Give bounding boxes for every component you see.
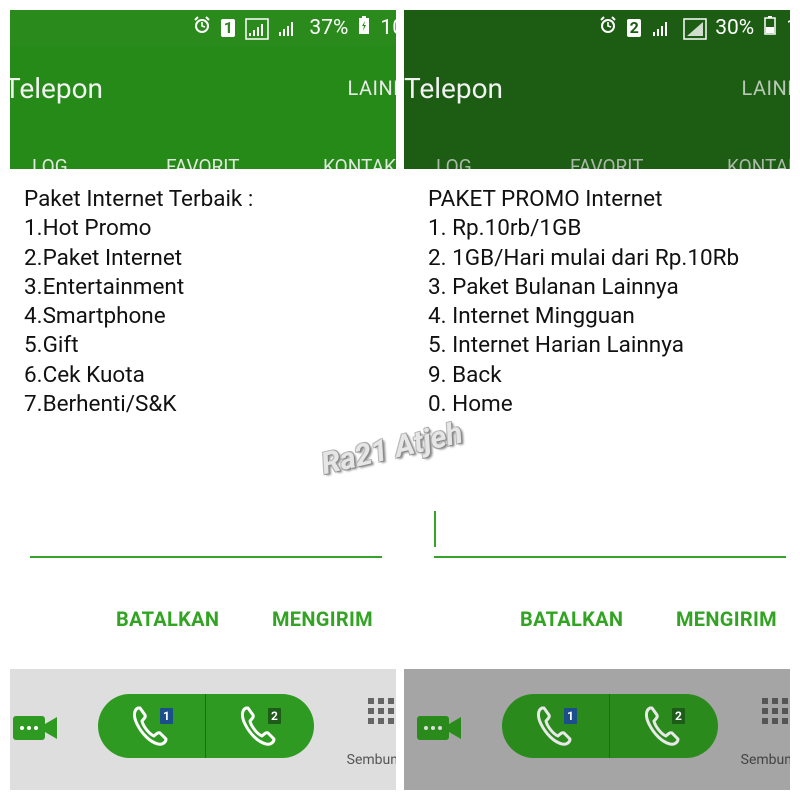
ussd-dialog: PAKET PROMO Internet 1. Rp.10rb/1GB 2. 1… [404, 169, 790, 665]
battery-percent: 30% [715, 16, 755, 40]
ussd-screen-left: 1 37% 10 Telepon LAINN LOG FAVORIT KONTA… [10, 10, 396, 790]
battery-percent: 37% [309, 16, 349, 40]
send-button[interactable]: MENGIRIM [272, 607, 373, 631]
cancel-button[interactable]: BATALKAN [116, 607, 219, 631]
message-line: 0. Home [428, 391, 513, 418]
video-call-icon[interactable] [416, 714, 462, 742]
battery-icon [358, 15, 370, 41]
status-bar: 1 37% 10 [10, 10, 396, 46]
dialpad-label: Sembunyi [346, 752, 396, 768]
clock: 10 [380, 16, 396, 40]
sim-indicator: 2 [627, 19, 642, 37]
message-line: 2.Paket Internet [24, 244, 183, 271]
sim-indicator: 1 [221, 19, 236, 37]
dialpad-icon[interactable] [751, 697, 790, 731]
alarm-icon [599, 16, 617, 40]
signal-icon-2 [277, 18, 299, 38]
call-sim2-button[interactable]: 2 [206, 694, 313, 758]
reply-input[interactable] [434, 556, 786, 558]
battery-icon [764, 15, 776, 41]
signal-icon [245, 18, 270, 40]
message-line: 9. Back [428, 361, 502, 388]
ussd-dialog: Paket Internet Terbaik : 1.Hot Promo 2.P… [10, 169, 396, 665]
alarm-icon [193, 16, 211, 40]
reply-input[interactable] [30, 556, 382, 558]
message-line: 3.Entertainment [24, 273, 185, 300]
message-line: Paket Internet Terbaik : [24, 186, 254, 212]
dialpad-label: Sembunyi [740, 752, 790, 768]
sim-number: 1 [160, 708, 173, 724]
message-line: 4.Smartphone [24, 303, 166, 330]
video-call-icon[interactable] [12, 714, 58, 742]
message-line: 2. 1GB/Hari mulai dari Rp.10Rb [428, 244, 740, 271]
dialer-bottom-bar: 1 2 Sembunyi [10, 669, 396, 790]
call-sim1-button[interactable]: 1 [502, 694, 609, 758]
sim-number: 2 [268, 708, 281, 724]
more-menu[interactable]: LAINN [348, 76, 396, 100]
app-bar: Telepon LAINN LOG FAVORIT KONTAK [10, 46, 396, 178]
message-line: 3. Paket Bulanan Lainnya [428, 273, 679, 300]
ussd-screen-right: 2 30% 1 Telepon LAINN LOG FAVORIT KONTAK… [404, 10, 790, 790]
call-buttons: 1 2 [502, 694, 718, 758]
call-sim1-button[interactable]: 1 [98, 694, 205, 758]
signal-icon-2 [683, 18, 707, 40]
signal-icon [651, 18, 673, 38]
status-bar: 2 30% 1 [404, 10, 790, 46]
message-line: 1.Hot Promo [24, 215, 152, 242]
sim-number: 2 [672, 708, 685, 724]
app-title: Telepon [404, 72, 504, 105]
ussd-message: Paket Internet Terbaik : 1.Hot Promo 2.P… [24, 185, 253, 419]
dialpad-icon[interactable] [357, 697, 396, 731]
message-line: 1. Rp.10rb/1GB [428, 215, 582, 242]
message-line: 5. Internet Harian Lainnya [428, 332, 684, 359]
app-bar: Telepon LAINN LOG FAVORIT KONTAK [404, 46, 790, 178]
send-button[interactable]: MENGIRIM [676, 607, 777, 631]
app-title: Telepon [10, 72, 104, 105]
more-menu[interactable]: LAINN [742, 76, 790, 100]
message-line: 4. Internet Mingguan [428, 303, 635, 330]
text-cursor [434, 511, 436, 547]
message-line: 6.Cek Kuota [24, 361, 145, 388]
ussd-message: PAKET PROMO Internet 1. Rp.10rb/1GB 2. 1… [428, 185, 739, 419]
dialer-bottom-bar: 1 2 Sembunyi [404, 669, 790, 790]
call-sim2-button[interactable]: 2 [610, 694, 717, 758]
message-line: 5.Gift [24, 332, 79, 359]
call-buttons: 1 2 [98, 694, 314, 758]
message-line: 7.Berhenti/S&K [24, 391, 177, 418]
clock: 1 [786, 16, 790, 40]
message-line: PAKET PROMO Internet [428, 186, 663, 212]
cancel-button[interactable]: BATALKAN [520, 607, 623, 631]
sim-number: 1 [564, 708, 577, 724]
